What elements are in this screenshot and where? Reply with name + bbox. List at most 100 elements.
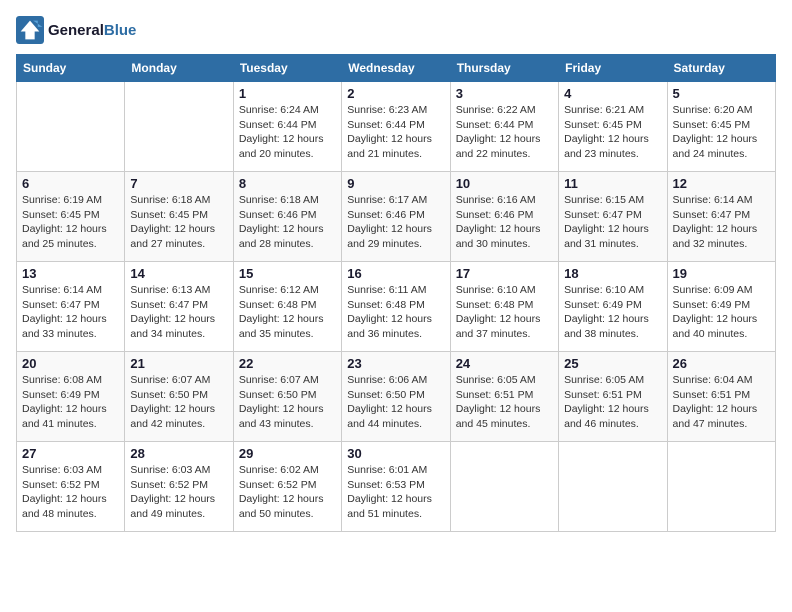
logo-icon — [16, 16, 44, 44]
day-number: 23 — [347, 356, 444, 371]
day-info: Sunrise: 6:10 AMSunset: 6:48 PMDaylight:… — [456, 283, 553, 342]
day-info: Sunrise: 6:20 AMSunset: 6:45 PMDaylight:… — [673, 103, 770, 162]
calendar-table: SundayMondayTuesdayWednesdayThursdayFrid… — [16, 54, 776, 532]
calendar-cell: 14 Sunrise: 6:13 AMSunset: 6:47 PMDayligh… — [125, 262, 233, 352]
calendar-week-1: 1 Sunrise: 6:24 AMSunset: 6:44 PMDaylight… — [17, 82, 776, 172]
calendar-cell — [17, 82, 125, 172]
day-info: Sunrise: 6:05 AMSunset: 6:51 PMDaylight:… — [456, 373, 553, 432]
day-info: Sunrise: 6:03 AMSunset: 6:52 PMDaylight:… — [130, 463, 227, 522]
day-number: 13 — [22, 266, 119, 281]
day-info: Sunrise: 6:07 AMSunset: 6:50 PMDaylight:… — [130, 373, 227, 432]
calendar-cell: 26Sunrise: 6:04 AMSunset: 6:51 PMDayligh… — [667, 352, 775, 442]
day-info: Sunrise: 6:03 AMSunset: 6:52 PMDaylight:… — [22, 463, 119, 522]
day-info: Sunrise: 6:04 AMSunset: 6:51 PMDaylight:… — [673, 373, 770, 432]
calendar-cell: 4Sunrise: 6:21 AMSunset: 6:45 PMDaylight… — [559, 82, 667, 172]
day-number: 28 — [130, 446, 227, 461]
day-info: Sunrise: 6:22 AMSunset: 6:44 PMDaylight:… — [456, 103, 553, 162]
day-info: Sunrise: 6:08 AMSunset: 6:49 PMDaylight:… — [22, 373, 119, 432]
calendar-cell: 18Sunrise: 6:10 AMSunset: 6:49 PMDayligh… — [559, 262, 667, 352]
day-number: 14 — [130, 266, 227, 281]
day-info: Sunrise: 6:16 AMSunset: 6:46 PMDaylight:… — [456, 193, 553, 252]
calendar-cell: 11Sunrise: 6:15 AMSunset: 6:47 PMDayligh… — [559, 172, 667, 262]
day-number: 4 — [564, 86, 661, 101]
calendar-cell: 12Sunrise: 6:14 AMSunset: 6:47 PMDayligh… — [667, 172, 775, 262]
calendar-cell — [450, 442, 558, 532]
calendar-cell: 8 Sunrise: 6:18 AMSunset: 6:46 PMDaylight… — [233, 172, 341, 262]
day-number: 16 — [347, 266, 444, 281]
header-thursday: Thursday — [450, 55, 558, 82]
header-tuesday: Tuesday — [233, 55, 341, 82]
day-number: 7 — [130, 176, 227, 191]
calendar-cell — [125, 82, 233, 172]
day-info: Sunrise: 6:24 AMSunset: 6:44 PMDaylight:… — [239, 103, 336, 162]
calendar-cell: 17 Sunrise: 6:10 AMSunset: 6:48 PMDayligh… — [450, 262, 558, 352]
calendar-cell: 16Sunrise: 6:11 AMSunset: 6:48 PMDayligh… — [342, 262, 450, 352]
day-number: 19 — [673, 266, 770, 281]
day-info: Sunrise: 6:07 AMSunset: 6:50 PMDaylight:… — [239, 373, 336, 432]
day-number: 24 — [456, 356, 553, 371]
calendar-cell: 10 Sunrise: 6:16 AMSunset: 6:46 PMDayligh… — [450, 172, 558, 262]
calendar-cell: 19 Sunrise: 6:09 AMSunset: 6:49 PMDayligh… — [667, 262, 775, 352]
calendar-cell: 29 Sunrise: 6:02 AMSunset: 6:52 PMDayligh… — [233, 442, 341, 532]
day-info: Sunrise: 6:01 AMSunset: 6:53 PMDaylight:… — [347, 463, 444, 522]
day-info: Sunrise: 6:02 AMSunset: 6:52 PMDaylight:… — [239, 463, 336, 522]
calendar-cell: 13Sunrise: 6:14 AMSunset: 6:47 PMDayligh… — [17, 262, 125, 352]
day-number: 22 — [239, 356, 336, 371]
day-info: Sunrise: 6:19 AMSunset: 6:45 PMDaylight:… — [22, 193, 119, 252]
calendar-cell: 28 Sunrise: 6:03 AMSunset: 6:52 PMDayligh… — [125, 442, 233, 532]
header-saturday: Saturday — [667, 55, 775, 82]
day-number: 15 — [239, 266, 336, 281]
calendar-week-5: 27 Sunrise: 6:03 AMSunset: 6:52 PMDayligh… — [17, 442, 776, 532]
calendar-cell: 7 Sunrise: 6:18 AMSunset: 6:45 PMDaylight… — [125, 172, 233, 262]
page-header: GeneralBlue — [16, 16, 776, 44]
calendar-week-2: 6 Sunrise: 6:19 AMSunset: 6:45 PMDaylight… — [17, 172, 776, 262]
day-number: 6 — [22, 176, 119, 191]
day-info: Sunrise: 6:18 AMSunset: 6:45 PMDaylight:… — [130, 193, 227, 252]
day-number: 3 — [456, 86, 553, 101]
day-info: Sunrise: 6:13 AMSunset: 6:47 PMDaylight:… — [130, 283, 227, 342]
day-info: Sunrise: 6:23 AMSunset: 6:44 PMDaylight:… — [347, 103, 444, 162]
day-info: Sunrise: 6:15 AMSunset: 6:47 PMDaylight:… — [564, 193, 661, 252]
calendar-cell: 30 Sunrise: 6:01 AMSunset: 6:53 PMDayligh… — [342, 442, 450, 532]
calendar-cell: 15 Sunrise: 6:12 AMSunset: 6:48 PMDayligh… — [233, 262, 341, 352]
day-number: 5 — [673, 86, 770, 101]
calendar-cell: 20 Sunrise: 6:08 AMSunset: 6:49 PMDayligh… — [17, 352, 125, 442]
calendar-cell: 3 Sunrise: 6:22 AMSunset: 6:44 PMDaylight… — [450, 82, 558, 172]
calendar-header-row: SundayMondayTuesdayWednesdayThursdayFrid… — [17, 55, 776, 82]
header-wednesday: Wednesday — [342, 55, 450, 82]
day-number: 8 — [239, 176, 336, 191]
day-number: 17 — [456, 266, 553, 281]
day-number: 27 — [22, 446, 119, 461]
calendar-cell: 9Sunrise: 6:17 AMSunset: 6:46 PMDaylight… — [342, 172, 450, 262]
day-info: Sunrise: 6:12 AMSunset: 6:48 PMDaylight:… — [239, 283, 336, 342]
calendar-cell: 21 Sunrise: 6:07 AMSunset: 6:50 PMDayligh… — [125, 352, 233, 442]
calendar-cell: 2Sunrise: 6:23 AMSunset: 6:44 PMDaylight… — [342, 82, 450, 172]
day-number: 9 — [347, 176, 444, 191]
calendar-week-3: 13Sunrise: 6:14 AMSunset: 6:47 PMDayligh… — [17, 262, 776, 352]
calendar-week-4: 20 Sunrise: 6:08 AMSunset: 6:49 PMDayligh… — [17, 352, 776, 442]
day-number: 29 — [239, 446, 336, 461]
calendar-cell: 22 Sunrise: 6:07 AMSunset: 6:50 PMDayligh… — [233, 352, 341, 442]
day-info: Sunrise: 6:05 AMSunset: 6:51 PMDaylight:… — [564, 373, 661, 432]
calendar-cell — [559, 442, 667, 532]
calendar-cell: 24 Sunrise: 6:05 AMSunset: 6:51 PMDayligh… — [450, 352, 558, 442]
calendar-cell: 27 Sunrise: 6:03 AMSunset: 6:52 PMDayligh… — [17, 442, 125, 532]
day-number: 10 — [456, 176, 553, 191]
logo: GeneralBlue — [16, 16, 136, 44]
day-number: 1 — [239, 86, 336, 101]
calendar-cell: 5 Sunrise: 6:20 AMSunset: 6:45 PMDaylight… — [667, 82, 775, 172]
logo-text: GeneralBlue — [48, 22, 136, 39]
header-friday: Friday — [559, 55, 667, 82]
day-info: Sunrise: 6:09 AMSunset: 6:49 PMDaylight:… — [673, 283, 770, 342]
day-number: 30 — [347, 446, 444, 461]
calendar-cell — [667, 442, 775, 532]
calendar-cell: 1 Sunrise: 6:24 AMSunset: 6:44 PMDaylight… — [233, 82, 341, 172]
day-info: Sunrise: 6:18 AMSunset: 6:46 PMDaylight:… — [239, 193, 336, 252]
calendar-cell: 23 Sunrise: 6:06 AMSunset: 6:50 PMDayligh… — [342, 352, 450, 442]
day-number: 18 — [564, 266, 661, 281]
day-number: 21 — [130, 356, 227, 371]
day-info: Sunrise: 6:06 AMSunset: 6:50 PMDaylight:… — [347, 373, 444, 432]
day-number: 12 — [673, 176, 770, 191]
header-monday: Monday — [125, 55, 233, 82]
day-number: 20 — [22, 356, 119, 371]
